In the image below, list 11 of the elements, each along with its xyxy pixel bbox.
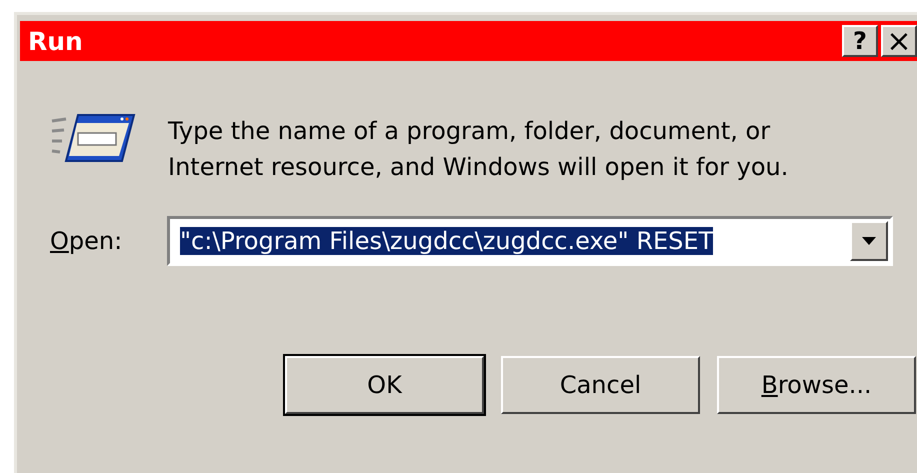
cancel-button[interactable]: Cancel (501, 356, 700, 414)
open-combo-field[interactable]: "c:\Program Files\zugdcc\zugdcc.exe" RESET (167, 216, 893, 266)
window-title: Run (28, 26, 84, 56)
ok-button[interactable]: OK (285, 356, 484, 414)
instruction-text: Type the name of a program, folder, document, or Internet resource, and Windows will open it for you. (168, 116, 788, 183)
open-label: Open: (50, 227, 124, 255)
caret-icon (862, 237, 876, 245)
dropdown-button[interactable] (850, 221, 888, 261)
browse-button[interactable]: Browse... (717, 356, 916, 414)
close-button[interactable]: × (881, 25, 917, 57)
help-button[interactable]: ? (842, 25, 878, 57)
